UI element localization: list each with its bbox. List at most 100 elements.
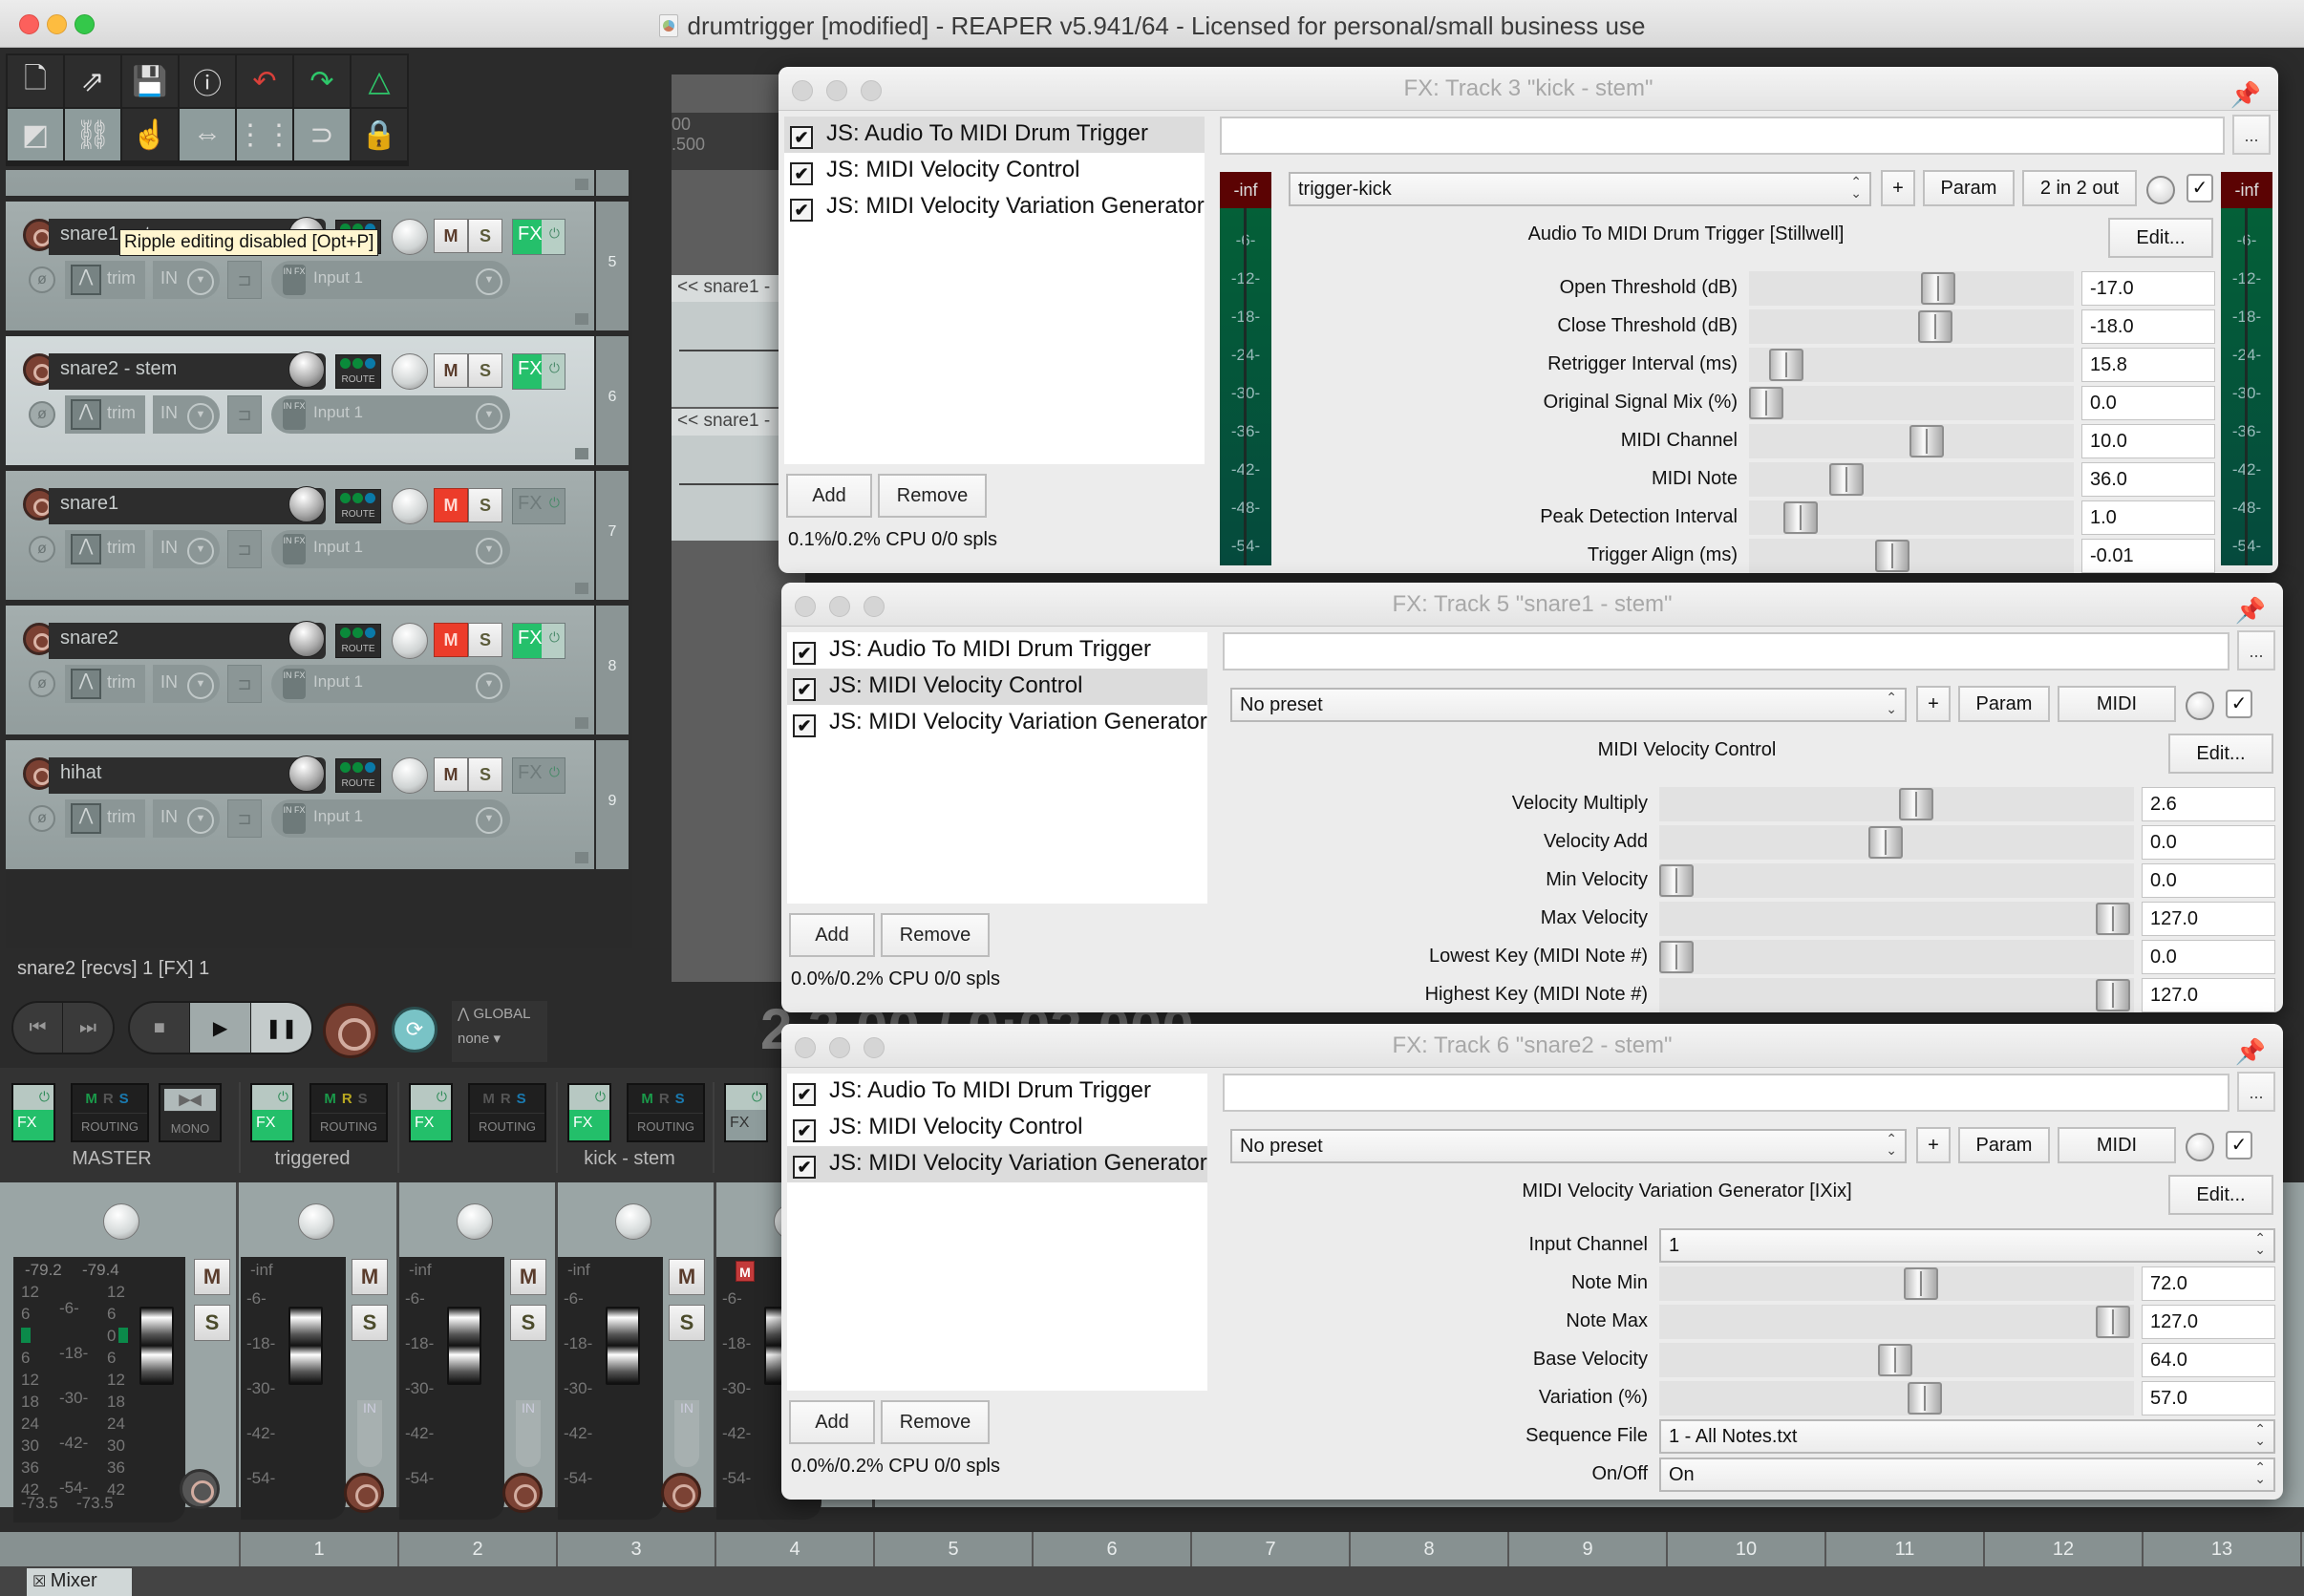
power-icon[interactable]: ⏻ — [549, 225, 560, 242]
fx-button[interactable]: FX ⏻ — [512, 757, 565, 794]
trim-automation-button[interactable]: trim — [65, 799, 145, 838]
zoom-button[interactable] — [864, 1037, 885, 1058]
remove-fx-button[interactable]: Remove — [881, 1400, 990, 1444]
strip-number[interactable]: 7 — [1192, 1532, 1351, 1566]
enable-checkbox[interactable]: ✔ — [790, 126, 813, 149]
input-select[interactable]: IN FX Input 1 — [271, 261, 510, 299]
pin-icon[interactable]: 📌 — [2235, 588, 2266, 632]
volume-knob[interactable] — [288, 621, 325, 657]
master-peak-left[interactable]: -79.2 — [25, 1261, 62, 1280]
param-dropdown[interactable]: On — [1659, 1458, 2275, 1492]
input-select[interactable]: IN FX Input 1 — [271, 395, 510, 434]
open-project-button[interactable]: ⇗ — [65, 55, 120, 107]
strip-routing-button[interactable]: MRS ROUTING — [71, 1083, 149, 1142]
param-value-field[interactable]: -18.0 — [2081, 309, 2215, 344]
param-value-field[interactable]: 1.0 — [2081, 500, 2215, 535]
fx-chain-item[interactable]: ✔ JS: MIDI Velocity Control — [787, 1110, 1207, 1146]
power-icon[interactable]: ⏻ — [595, 1089, 606, 1105]
input-fx-icon[interactable]: IN FX — [283, 399, 306, 430]
param-slider[interactable] — [1659, 787, 2134, 821]
mute-button[interactable]: M — [434, 353, 468, 388]
slider-thumb[interactable] — [2096, 979, 2130, 1011]
fx-chain-item[interactable]: ✔ JS: MIDI Velocity Control — [787, 669, 1207, 705]
param-slider[interactable] — [1749, 500, 2074, 535]
param-value-field[interactable]: 0.0 — [2142, 940, 2275, 974]
mixer-tab[interactable]: Mixer — [27, 1568, 132, 1596]
param-value-field[interactable]: -17.0 — [2081, 271, 2215, 306]
record-arm-button[interactable] — [344, 1473, 384, 1513]
param-slider[interactable] — [1659, 1381, 2134, 1415]
pan-knob[interactable] — [615, 1203, 651, 1240]
phase-invert-icon[interactable]: ø — [29, 266, 55, 293]
master-settings-gear-icon[interactable] — [180, 1469, 220, 1509]
mute-button[interactable]: M — [434, 488, 468, 522]
route-button[interactable]: ROUTE — [335, 354, 381, 389]
io-pin-button[interactable]: MIDI — [2058, 686, 2176, 722]
pan-knob[interactable] — [392, 757, 428, 794]
mute-button[interactable]: M — [434, 219, 468, 253]
close-button[interactable] — [795, 596, 816, 617]
fx-comment-field[interactable] — [1220, 117, 2225, 155]
param-value-field[interactable]: 127.0 — [2142, 978, 2275, 1012]
record-button[interactable] — [323, 1003, 378, 1058]
input-select[interactable]: IN FX Input 1 — [271, 530, 510, 568]
global-automation-mode[interactable]: ⋀ GLOBAL none ▾ — [452, 1001, 547, 1062]
slider-thumb[interactable] — [1749, 387, 1783, 419]
preset-dropdown[interactable]: No preset — [1230, 1129, 1907, 1163]
strip-number[interactable]: 12 — [1985, 1532, 2144, 1566]
strip-name[interactable]: triggered — [241, 1148, 384, 1170]
param-slider[interactable] — [1659, 902, 2134, 936]
trim-automation-button[interactable]: trim — [65, 530, 145, 568]
zoom-button[interactable] — [864, 596, 885, 617]
monitor-speaker-icon[interactable]: ⊐ — [227, 395, 262, 434]
route-button[interactable]: ROUTE — [335, 489, 381, 523]
wet-dry-knob[interactable] — [2146, 176, 2175, 204]
strip-name[interactable]: kick - stem — [558, 1148, 701, 1170]
enable-checkbox[interactable]: ✔ — [793, 1083, 816, 1106]
fx-chain-list[interactable]: ✔ JS: Audio To MIDI Drum Trigger ✔ JS: MIDI… — [787, 1074, 1207, 1391]
track-4[interactable]: kickROUTEMSFX⏻øtrimIN⊐IN FXInput 1 — [6, 170, 594, 199]
preset-add-button[interactable]: + — [1916, 1127, 1951, 1163]
route-button[interactable]: ROUTE — [335, 624, 381, 658]
slider-thumb[interactable] — [1659, 941, 1694, 973]
folder-icon[interactable] — [575, 179, 588, 190]
solo-button[interactable]: S — [468, 219, 502, 253]
mute-button[interactable]: M — [434, 757, 468, 792]
input-monitor-button[interactable]: IN — [153, 395, 220, 434]
enable-checkbox[interactable]: ✔ — [793, 1156, 816, 1179]
slider-thumb[interactable] — [1769, 349, 1803, 381]
strip-number[interactable]: 6 — [1034, 1532, 1192, 1566]
input-monitor-button[interactable]: IN — [153, 799, 220, 838]
slider-thumb[interactable] — [1783, 501, 1818, 534]
solo-button[interactable]: S — [352, 1305, 388, 1341]
remove-fx-button[interactable]: Remove — [878, 474, 987, 518]
slider-thumb[interactable] — [1908, 1382, 1942, 1415]
slider-thumb[interactable] — [1899, 788, 1933, 820]
minimize-button[interactable] — [826, 80, 847, 101]
solo-button[interactable]: S — [468, 757, 502, 792]
preset-add-button[interactable]: + — [1916, 686, 1951, 722]
track-number[interactable]: 5 — [596, 202, 629, 333]
fx-button[interactable]: FX ⏻ — [512, 488, 565, 524]
meter-peak-readout[interactable]: -inf — [1220, 172, 1271, 208]
preset-add-button[interactable]: + — [1881, 170, 1915, 206]
power-icon[interactable]: ⏻ — [549, 764, 560, 780]
power-icon[interactable]: ⏻ — [549, 360, 560, 376]
input-select[interactable]: IN FX Input 1 — [271, 799, 510, 838]
param-value-field[interactable]: 36.0 — [2081, 462, 2215, 497]
folder-icon[interactable] — [575, 717, 588, 729]
monitor-speaker-icon[interactable]: ⊐ — [227, 530, 262, 568]
param-button[interactable]: Param — [1923, 170, 2015, 206]
fx-chain-item[interactable]: ✔ JS: Audio To MIDI Drum Trigger — [784, 117, 1205, 153]
mute-button[interactable]: M — [434, 623, 468, 657]
strip-number[interactable]: 3 — [558, 1532, 716, 1566]
fx-comment-field[interactable] — [1223, 632, 2229, 670]
track-6[interactable]: snare2 - stem ROUTE MS FX ⏻ øtrimIN⊐ IN FX Inpu… — [6, 336, 594, 468]
fx-chain-list[interactable]: ✔ JS: Audio To MIDI Drum Trigger ✔ JS: MIDI… — [787, 632, 1207, 904]
param-slider[interactable] — [1749, 539, 2074, 573]
track-number[interactable]: 6 — [596, 336, 629, 468]
mono-button[interactable]: ▶◀ MONO — [159, 1083, 222, 1142]
master-fader-handle[interactable] — [139, 1307, 174, 1385]
param-dropdown[interactable]: 1 - All Notes.txt — [1659, 1419, 2275, 1454]
folder-icon[interactable] — [575, 583, 588, 594]
